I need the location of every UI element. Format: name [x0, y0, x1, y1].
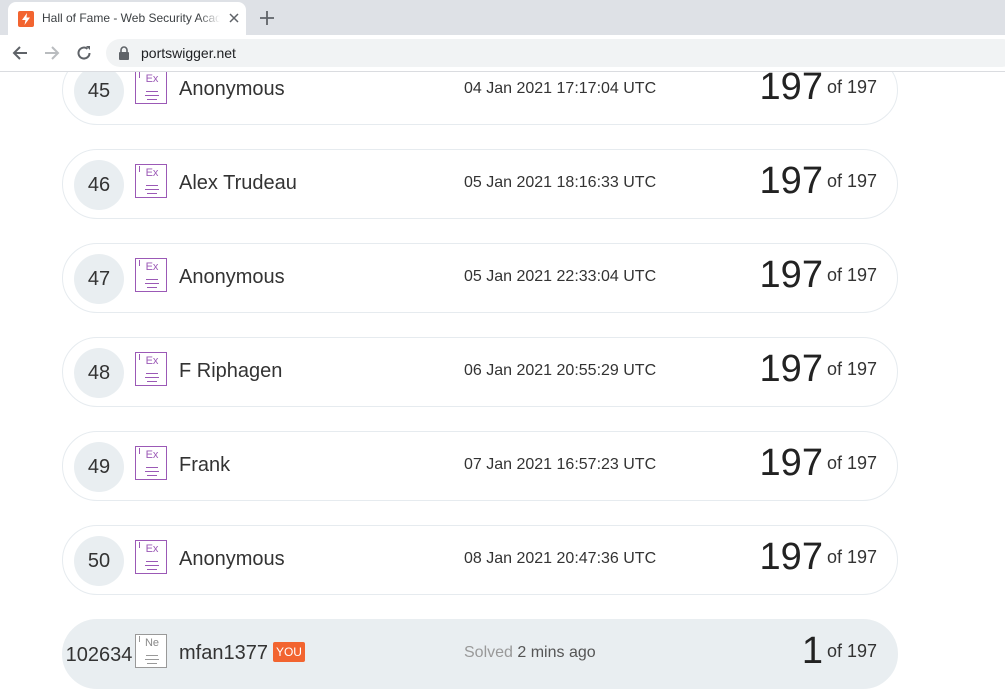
leaderboard-row: 50 Ex Anonymous 08 Jan 2021 20:47:36 UTC… [62, 525, 898, 595]
solved-time: 2 mins ago [517, 644, 596, 661]
score: 197 of 197 [759, 536, 877, 578]
novice-level-icon: Ne [135, 634, 167, 668]
score-value: 197 [759, 442, 823, 484]
rank-number: 45 [74, 72, 124, 116]
leaderboard-row: 45 Ex Anonymous 04 Jan 2021 17:17:04 UTC… [62, 72, 898, 125]
score-value: 197 [759, 254, 823, 296]
score: 197 of 197 [759, 72, 877, 108]
score: 197 of 197 [759, 348, 877, 390]
user-name: Frank [179, 454, 231, 476]
lock-icon [118, 46, 130, 60]
user-name: Alex Trudeau [179, 172, 297, 194]
browser-toolbar: portswigger.net [0, 35, 1005, 72]
expert-level-icon: Ex [135, 352, 167, 386]
browser-tab[interactable]: Hall of Fame - Web Security Academy [8, 2, 246, 35]
expert-level-icon: Ex [135, 164, 167, 198]
user-name: Anonymous [179, 266, 285, 288]
expert-level-icon: Ex [135, 446, 167, 480]
completion-date: 05 Jan 2021 18:16:33 UTC [464, 174, 657, 191]
you-badge: YOU [272, 642, 305, 662]
current-user-row: 102634 Ne mfan1377 YOU Solved 2 mins ago … [62, 619, 898, 689]
score: 197 of 197 [759, 160, 877, 202]
new-tab-icon[interactable] [258, 9, 276, 27]
browser-tab-strip: Hall of Fame - Web Security Academy [0, 0, 1005, 35]
score-total: of 197 [826, 77, 877, 97]
rank-number: 102634 [65, 643, 133, 666]
leaderboard-row: 49 Ex Frank 07 Jan 2021 16:57:23 UTC 197… [62, 431, 898, 501]
rank-number: 46 [74, 160, 124, 210]
completion-date: 06 Jan 2021 20:55:29 UTC [464, 362, 657, 379]
rank-number: 49 [74, 442, 124, 492]
completion-date: 07 Jan 2021 16:57:23 UTC [464, 456, 657, 473]
tab-title: Hall of Fame - Web Security Academy [42, 11, 220, 25]
rank-number: 47 [74, 254, 124, 304]
user-name: Anonymous [179, 78, 285, 100]
back-arrow-icon[interactable] [10, 43, 30, 63]
user-name-wrapper: mfan1377 YOU [179, 642, 305, 665]
score-value: 197 [759, 348, 823, 390]
rank-number: 50 [74, 536, 124, 586]
solved-label: Solved [464, 644, 513, 661]
leaderboard-row: 47 Ex Anonymous 05 Jan 2021 22:33:04 UTC… [62, 243, 898, 313]
score-value: 1 [801, 630, 823, 672]
expert-level-icon: Ex [135, 258, 167, 292]
forward-arrow-icon[interactable] [42, 43, 62, 63]
score-total: of 197 [826, 547, 877, 567]
score-total: of 197 [826, 359, 877, 379]
leaderboard-row: 46 Ex Alex Trudeau 05 Jan 2021 18:16:33 … [62, 149, 898, 219]
leaderboard-row: 48 Ex F Riphagen 06 Jan 2021 20:55:29 UT… [62, 337, 898, 407]
close-tab-icon[interactable] [226, 10, 242, 26]
solved-status: Solved 2 mins ago [464, 644, 596, 662]
expert-level-icon: Ex [135, 72, 167, 104]
expert-level-icon: Ex [135, 540, 167, 574]
score: 1 of 197 [801, 630, 877, 672]
address-bar[interactable]: portswigger.net [106, 39, 1005, 67]
portswigger-favicon-icon [18, 11, 34, 27]
url-text: portswigger.net [141, 45, 236, 61]
user-name: Anonymous [179, 548, 285, 570]
completion-date: 04 Jan 2021 17:17:04 UTC [464, 80, 657, 97]
hall-of-fame-list: 45 Ex Anonymous 04 Jan 2021 17:17:04 UTC… [0, 72, 1005, 696]
score-value: 197 [759, 160, 823, 202]
score: 197 of 197 [759, 442, 877, 484]
score-value: 197 [759, 536, 823, 578]
user-name: F Riphagen [179, 360, 283, 382]
completion-date: 08 Jan 2021 20:47:36 UTC [464, 550, 657, 567]
score-total: of 197 [826, 265, 877, 285]
score-value: 197 [759, 72, 823, 108]
rank-number: 48 [74, 348, 124, 398]
user-name: mfan1377 [179, 642, 268, 664]
score: 197 of 197 [759, 254, 877, 296]
reload-icon[interactable] [74, 43, 94, 63]
completion-date: 05 Jan 2021 22:33:04 UTC [464, 268, 657, 285]
score-total: of 197 [826, 171, 877, 191]
score-total: of 197 [826, 641, 877, 661]
score-total: of 197 [826, 453, 877, 473]
